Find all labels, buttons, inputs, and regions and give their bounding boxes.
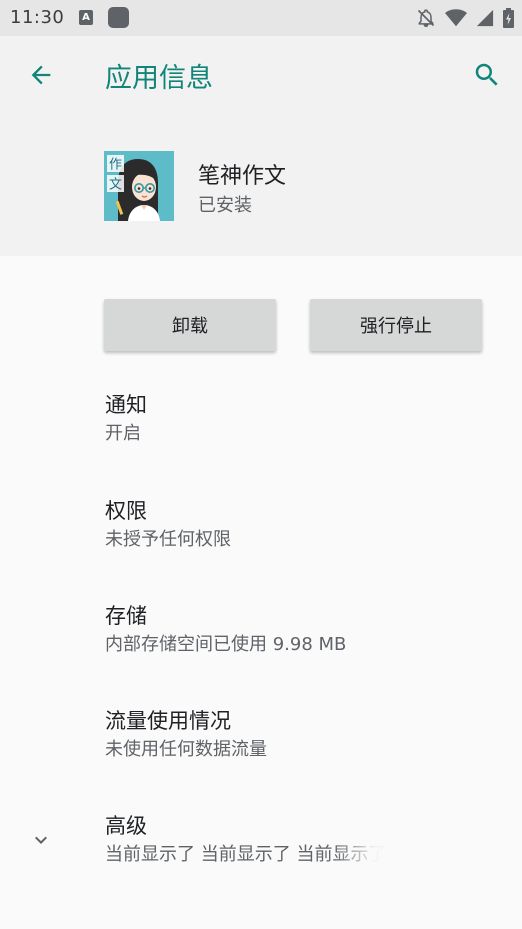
pref-title: 流量使用情况 (105, 709, 231, 733)
app-icon-char-1: 作 (109, 158, 122, 173)
search-icon (475, 63, 498, 86)
notifications-off-icon (417, 9, 435, 28)
app-bar: 应用信息 (0, 36, 522, 114)
summary-fade (335, 836, 435, 876)
pref-permissions[interactable]: 权限 未授予任何权限 (105, 497, 505, 553)
chevron-down-icon (35, 836, 47, 844)
pref-summary: 开启 (105, 423, 141, 444)
status-bar: 11:30 A (0, 0, 522, 36)
wifi-icon (445, 9, 467, 27)
signal-icon (476, 9, 494, 27)
arrow-back-icon (31, 65, 51, 85)
uninstall-button[interactable]: 卸载 (104, 299, 276, 351)
pref-title: 存储 (105, 604, 147, 628)
pref-title: 通知 (105, 393, 147, 417)
pref-title: 权限 (105, 499, 147, 523)
app-header: 作 文 笔神作文 已安装 (0, 114, 522, 256)
force-stop-button[interactable]: 强行停止 (310, 299, 482, 351)
page-title: 应用信息 (105, 63, 213, 94)
status-time: 11:30 (10, 7, 65, 28)
pref-notifications[interactable]: 通知 开启 (105, 391, 505, 447)
pref-summary: 未使用任何数据流量 (105, 739, 267, 760)
expand-advanced-button[interactable] (28, 827, 54, 853)
app-icon: 作 文 (104, 151, 174, 221)
search-button[interactable] (468, 56, 506, 94)
status-icons (416, 7, 514, 29)
app-icon-char-2: 文 (109, 178, 122, 193)
pref-summary: 内部存储空间已使用 9.98 MB (105, 634, 347, 655)
back-button[interactable] (22, 56, 60, 94)
app-install-status: 已安装 (198, 195, 252, 216)
notification-app-icon (108, 7, 129, 28)
pref-data-usage[interactable]: 流量使用情况 未使用任何数据流量 (105, 707, 505, 763)
notification-a-icon: A (79, 10, 93, 25)
pref-summary: 未授予任何权限 (105, 529, 231, 550)
pref-storage[interactable]: 存储 内部存储空间已使用 9.98 MB (105, 602, 505, 658)
app-name: 笔神作文 (198, 164, 287, 189)
battery-icon (503, 8, 514, 28)
